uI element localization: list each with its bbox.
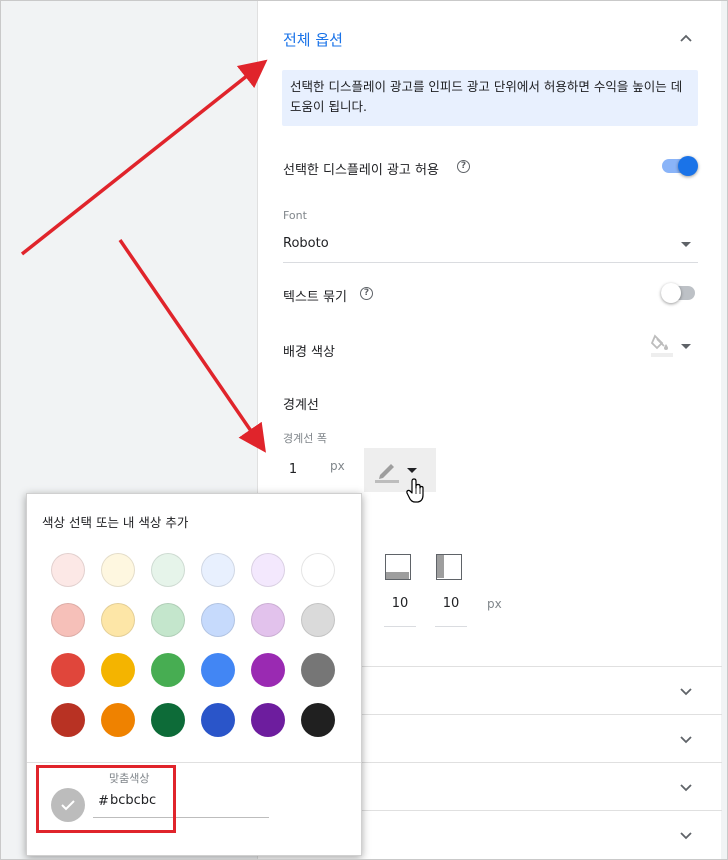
chevron-down-icon[interactable]: [679, 685, 693, 699]
color-swatch[interactable]: [51, 703, 85, 737]
color-swatch[interactable]: [151, 703, 185, 737]
triangle-down-icon[interactable]: [681, 344, 691, 349]
annotation-box: [36, 765, 176, 833]
toggle-knob: [661, 283, 681, 303]
color-swatch[interactable]: [301, 553, 335, 587]
color-swatch[interactable]: [51, 653, 85, 687]
padding-bottom-icon: [385, 554, 411, 580]
color-swatch[interactable]: [201, 553, 235, 587]
chevron-down-icon[interactable]: [679, 829, 693, 843]
hand-pointer-icon: [406, 478, 426, 508]
color-swatch[interactable]: [201, 653, 235, 687]
allow-display-toggle[interactable]: [662, 156, 698, 176]
chevron-up-icon[interactable]: [679, 31, 693, 45]
help-circle-icon[interactable]: ?: [360, 287, 373, 300]
font-select-underline: [283, 262, 698, 263]
color-swatch[interactable]: [251, 553, 285, 587]
section-title[interactable]: 전체 옵션: [283, 29, 343, 50]
chevron-down-icon[interactable]: [679, 781, 693, 795]
padding-left-icon: [436, 554, 462, 580]
color-swatch[interactable]: [151, 653, 185, 687]
info-box: 선택한 디스플레이 광고를 인피드 광고 단위에서 허용하면 수익을 높이는 데…: [282, 70, 698, 126]
color-swatch[interactable]: [101, 703, 135, 737]
text-wrap-toggle[interactable]: [661, 283, 697, 303]
pencil-icon: [374, 458, 400, 484]
color-swatch[interactable]: [251, 703, 285, 737]
color-swatch[interactable]: [51, 603, 85, 637]
help-circle-icon[interactable]: ?: [457, 160, 470, 173]
chevron-down-icon[interactable]: [679, 733, 693, 747]
color-swatch[interactable]: [101, 553, 135, 587]
padding-underline: [435, 626, 467, 627]
font-select[interactable]: Roboto: [283, 236, 329, 251]
toggle-knob: [678, 156, 698, 176]
text-wrap-label: 텍스트 묶기: [283, 290, 347, 305]
color-swatch[interactable]: [201, 703, 235, 737]
padding-left-input[interactable]: 10: [435, 596, 467, 611]
border-label: 경계선: [283, 398, 319, 413]
allow-display-label: 선택한 디스플레이 광고 허용: [283, 163, 439, 178]
padding-unit: px: [487, 597, 502, 611]
border-width-label: 경계선 폭: [283, 432, 327, 445]
color-swatch[interactable]: [301, 703, 335, 737]
color-picker-title: 색상 선택 또는 내 색상 추가: [42, 515, 189, 530]
color-swatch[interactable]: [251, 653, 285, 687]
color-swatch[interactable]: [301, 653, 335, 687]
padding-underline: [384, 626, 416, 627]
color-swatch[interactable]: [51, 553, 85, 587]
color-swatch[interactable]: [201, 603, 235, 637]
padding-bottom-input[interactable]: 10: [384, 596, 416, 611]
bg-color-label: 배경 색상: [283, 345, 335, 360]
border-width-unit: px: [330, 459, 345, 473]
color-swatch[interactable]: [101, 603, 135, 637]
color-swatch[interactable]: [101, 653, 135, 687]
annotation-arrow: [20, 59, 268, 256]
color-swatch[interactable]: [251, 603, 285, 637]
divider: [27, 762, 361, 763]
color-swatch[interactable]: [151, 553, 185, 587]
border-width-input[interactable]: 1: [278, 462, 308, 477]
color-swatch[interactable]: [151, 603, 185, 637]
annotation-arrow: [118, 239, 266, 453]
color-swatch[interactable]: [301, 603, 335, 637]
triangle-down-icon: [407, 468, 417, 473]
triangle-down-icon[interactable]: [681, 242, 691, 247]
paint-bucket-icon[interactable]: [649, 332, 675, 358]
font-label: Font: [283, 209, 307, 222]
